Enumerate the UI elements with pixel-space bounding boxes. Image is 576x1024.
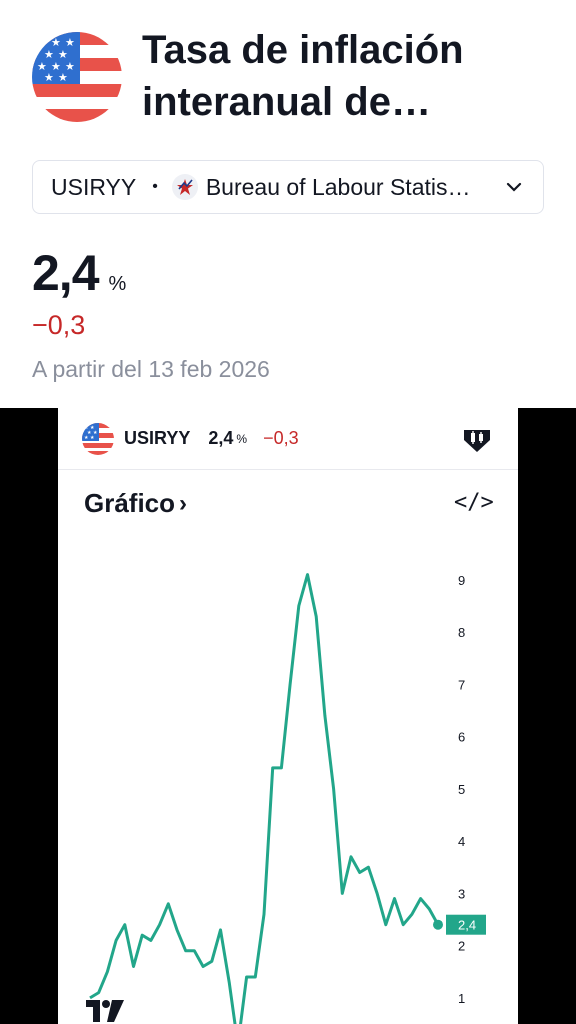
y-tick-label: 4 bbox=[458, 834, 465, 849]
y-tick-label: 3 bbox=[458, 886, 465, 901]
series-line bbox=[89, 573, 440, 1024]
current-value: 2,4 bbox=[32, 245, 100, 301]
embed-code-icon[interactable]: </> bbox=[454, 490, 494, 516]
widget-symbol: USIRYY bbox=[124, 428, 191, 448]
inflation-line-chart: 9 8 7 6 5 4 3 2 1 2,4 bbox=[89, 573, 486, 1024]
source-provider-name: Bureau of Labour Statis… bbox=[205, 173, 471, 200]
y-tick-label: 5 bbox=[458, 782, 465, 797]
last-value-label: 2,4 bbox=[458, 918, 476, 933]
source-selector[interactable]: USIRYY • Bureau of Labour Statis… bbox=[32, 160, 544, 214]
title-line-1: Tasa de inflación bbox=[142, 28, 464, 72]
svg-text:★: ★ bbox=[90, 435, 95, 441]
value-unit: % bbox=[108, 273, 127, 295]
y-tick-label: 7 bbox=[458, 677, 465, 692]
tradingview-badge-icon[interactable] bbox=[460, 422, 494, 456]
us-flag-icon: ★ ★ ★ ★ ★ ★ bbox=[82, 422, 114, 455]
y-tick-label: 6 bbox=[458, 730, 465, 745]
y-tick-label: 9 bbox=[458, 573, 465, 588]
svg-text:★: ★ bbox=[44, 71, 54, 84]
svg-text:★: ★ bbox=[58, 71, 68, 84]
chevron-right-icon: › bbox=[179, 489, 188, 517]
bls-logo-icon bbox=[171, 174, 198, 200]
svg-text:★: ★ bbox=[84, 435, 89, 441]
last-point-marker bbox=[433, 919, 443, 930]
tradingview-logo-icon bbox=[84, 998, 128, 1024]
y-tick-label: 2 bbox=[458, 939, 465, 954]
chart-link-label: Gráfico bbox=[84, 488, 176, 518]
y-tick-label: 8 bbox=[458, 625, 465, 640]
chart-link[interactable]: Gráfico › bbox=[84, 488, 187, 519]
widget-header: ★ ★ ★ ★ ★ ★ USIRYY 2,4 % −0,3 bbox=[58, 408, 518, 470]
widget-value: 2,4 bbox=[208, 428, 234, 448]
widget-unit: % bbox=[236, 431, 248, 446]
chevron-down-icon[interactable] bbox=[503, 176, 525, 198]
price-row: 2,4 % bbox=[32, 244, 126, 302]
symbol-code: USIRYY bbox=[51, 173, 137, 200]
y-tick-label: 1 bbox=[458, 991, 465, 1006]
value-change: −0,3 bbox=[32, 310, 86, 340]
as-of-date: A partir del 13 feb 2026 bbox=[32, 356, 270, 382]
symbol-header-section: ★ ★ ★ ★ ★ ★ ★ ★ ★ ★ Tasa de inflación interanu… bbox=[0, 0, 576, 408]
us-flag-icon: ★ ★ ★ ★ ★ ★ ★ ★ ★ ★ bbox=[32, 32, 122, 122]
widget-change: −0,3 bbox=[263, 428, 299, 448]
page-title: Tasa de inflación interanual de… bbox=[142, 24, 562, 128]
title-line-2: interanual de… bbox=[142, 80, 431, 124]
separator-dot: • bbox=[152, 178, 158, 195]
chart-widget: ★ ★ ★ ★ ★ ★ USIRYY 2,4 % −0,3 Gráfico › </>… bbox=[58, 408, 518, 1024]
